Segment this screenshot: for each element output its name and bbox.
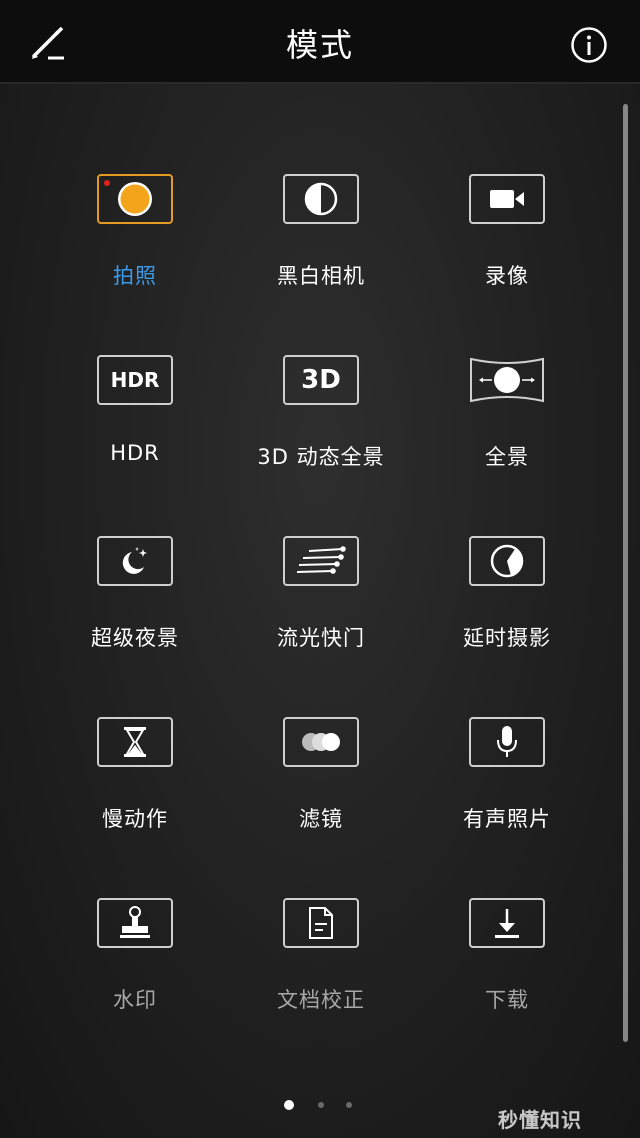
mode-icon-frame: 3D bbox=[283, 355, 359, 405]
mode-photo[interactable]: 拍照 bbox=[42, 140, 228, 321]
mode-icon-frame bbox=[97, 717, 173, 767]
mode-icon-frame bbox=[283, 174, 359, 224]
page-title: 模式 bbox=[285, 26, 354, 64]
page-dot[interactable] bbox=[346, 1102, 352, 1108]
mode-filter[interactable]: 滤镜 bbox=[228, 683, 414, 864]
info-button[interactable] bbox=[570, 26, 608, 64]
mode-audio-photo[interactable]: 有声照片 bbox=[414, 683, 600, 864]
page-dot[interactable] bbox=[318, 1102, 324, 1108]
hdr-icon: HDR bbox=[110, 368, 160, 392]
mode-icon-frame bbox=[97, 898, 173, 948]
mode-download[interactable]: 下载 bbox=[414, 864, 600, 1045]
mode-monochrome[interactable]: 黑白相机 bbox=[228, 140, 414, 321]
mode-label: 延时摄影 bbox=[463, 626, 551, 650]
mode-icon-frame bbox=[97, 174, 173, 224]
mode-slow-motion[interactable]: 慢动作 bbox=[42, 683, 228, 864]
mode-light-trail[interactable]: 流光快门 bbox=[228, 502, 414, 683]
watermark-text: 秒懂知识 bbox=[498, 1108, 582, 1132]
mode-icon-frame bbox=[97, 536, 173, 586]
mode-label: 慢动作 bbox=[102, 807, 168, 831]
mode-label: 文档校正 bbox=[277, 988, 365, 1012]
mode-hdr[interactable]: HDR HDR bbox=[42, 321, 228, 502]
hourglass-icon bbox=[124, 727, 146, 757]
microphone-icon bbox=[497, 726, 517, 757]
mode-icon-frame bbox=[469, 898, 545, 948]
mode-icon-frame bbox=[283, 717, 359, 767]
mode-icon-frame bbox=[469, 174, 545, 224]
download-icon bbox=[495, 909, 519, 938]
mode-grid: 拍照 黑白相机 录像 HDR HDR 3D 3D 动态全景 全景 超级夜景 流光… bbox=[42, 140, 598, 1045]
mode-label: 拍照 bbox=[113, 264, 157, 288]
scrollbar[interactable] bbox=[623, 104, 628, 1042]
mode-video[interactable]: 录像 bbox=[414, 140, 600, 321]
mode-icon-frame: HDR bbox=[97, 355, 173, 405]
mode-icon-frame bbox=[469, 717, 545, 767]
document-icon bbox=[309, 907, 333, 939]
mode-label: 录像 bbox=[485, 264, 529, 288]
page-dot-active[interactable] bbox=[284, 1100, 294, 1110]
mode-label: 黑白相机 bbox=[277, 264, 365, 288]
3d-panorama-icon: 3D bbox=[301, 365, 341, 395]
shutter-icon bbox=[118, 182, 152, 216]
mode-watermark[interactable]: 水印 bbox=[42, 864, 228, 1045]
mode-icon-frame bbox=[283, 536, 359, 586]
time-lapse-icon bbox=[490, 544, 524, 578]
mode-label: 有声照片 bbox=[463, 807, 551, 831]
mode-icon-frame bbox=[469, 355, 545, 405]
mode-icon-frame bbox=[469, 536, 545, 586]
mode-time-lapse[interactable]: 延时摄影 bbox=[414, 502, 600, 683]
info-icon bbox=[571, 27, 607, 63]
mode-document[interactable]: 文档校正 bbox=[228, 864, 414, 1045]
mode-label: 水印 bbox=[113, 988, 157, 1012]
mode-label: 流光快门 bbox=[277, 626, 365, 650]
mode-label: HDR bbox=[110, 441, 160, 465]
mode-label: 下载 bbox=[485, 988, 529, 1012]
mode-label: 全景 bbox=[485, 445, 529, 469]
video-camera-icon bbox=[490, 190, 524, 208]
night-mode-icon bbox=[122, 547, 147, 574]
mode-panorama[interactable]: 全景 bbox=[414, 321, 600, 502]
mode-label: 3D 动态全景 bbox=[257, 445, 385, 469]
record-indicator bbox=[104, 180, 110, 186]
mode-3d-panorama[interactable]: 3D 3D 动态全景 bbox=[228, 321, 414, 502]
light-trail-icon bbox=[296, 546, 346, 574]
mode-icon-frame bbox=[283, 898, 359, 948]
monochrome-icon bbox=[304, 182, 338, 216]
mode-night[interactable]: 超级夜景 bbox=[42, 502, 228, 683]
mode-label: 滤镜 bbox=[299, 807, 343, 831]
filter-icon bbox=[302, 733, 340, 751]
stamp-icon bbox=[120, 906, 150, 938]
mode-label: 超级夜景 bbox=[91, 626, 179, 650]
top-bar: 模式 bbox=[0, 0, 640, 84]
panorama-icon bbox=[470, 357, 544, 403]
